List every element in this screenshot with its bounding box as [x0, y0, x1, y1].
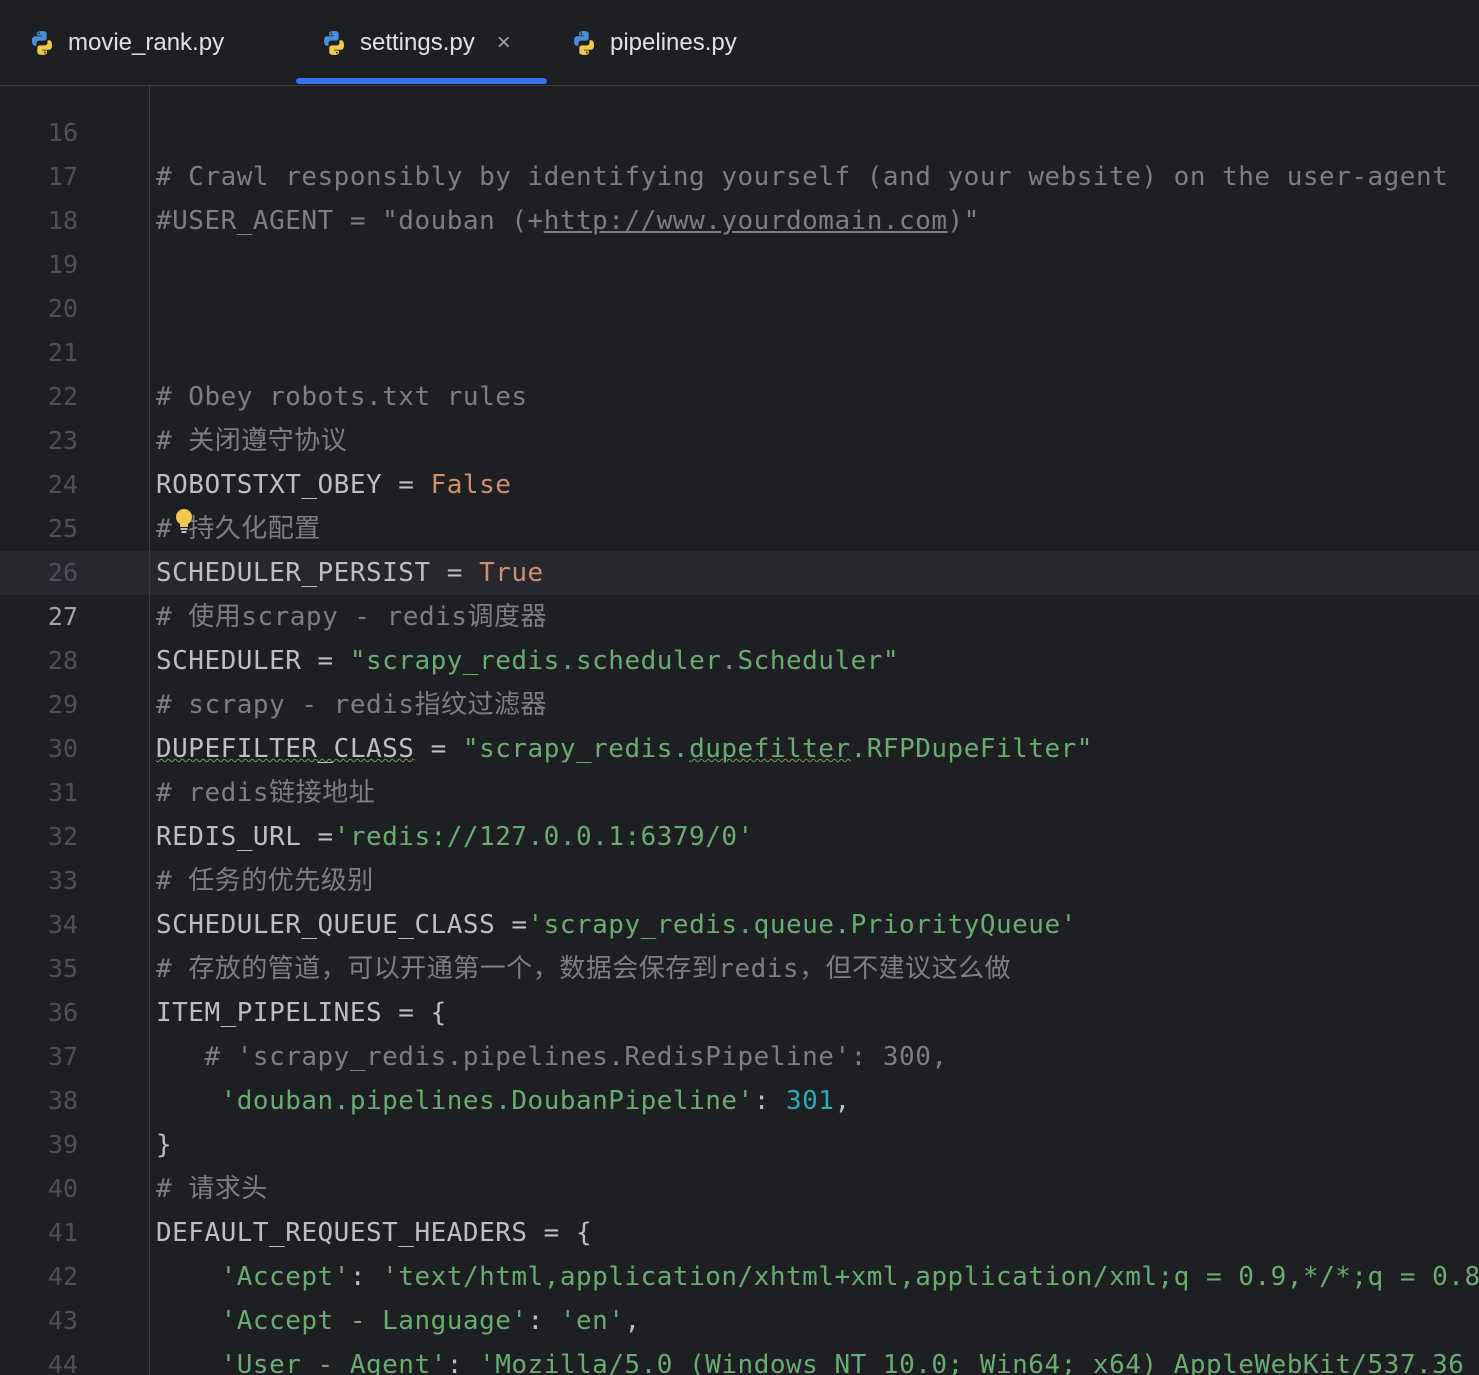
close-icon[interactable]: ×: [497, 29, 511, 57]
python-icon: [32, 31, 52, 55]
code-line[interactable]: 34 # 存放的管道，可以开通第一个，数据会保存到redis，但不建议这么做: [0, 859, 1479, 984]
tab-movie-rank[interactable]: movie_rank.py: [28, 0, 224, 86]
code-line[interactable]: 19: [0, 199, 1479, 279]
code-line[interactable]: 41 'Accept': 'text/html,application/xhtm…: [0, 1167, 1479, 1292]
code-line[interactable]: 17 #USER_AGENT = "douban (+http://www.yo…: [0, 111, 1479, 236]
tab-pipelines[interactable]: pipelines.py: [570, 0, 737, 86]
code-line[interactable]: 28 # scrapy - redis指纹过滤器: [0, 595, 1479, 720]
code-line[interactable]: 29 DUPEFILTER_CLASS = "scrapy_redis.dupe…: [0, 639, 1479, 764]
code-line[interactable]: 35 ITEM_PIPELINES = {: [0, 903, 1479, 1028]
code-line[interactable]: 24 # 持久化配置: [0, 419, 1479, 544]
tab-label: pipelines.py: [610, 29, 737, 56]
python-icon: [324, 31, 344, 55]
active-tab-indicator: [296, 78, 547, 84]
tab-label: movie_rank.py: [68, 29, 225, 56]
code-line-current[interactable]: 27 SCHEDULER = "scrapy_redis.scheduler.S…: [0, 551, 1479, 676]
code-line[interactable]: 23 ROBOTSTXT_OBEY = False: [0, 375, 1479, 500]
code-line[interactable]: 30 # redis链接地址: [0, 683, 1479, 808]
code-editor[interactable]: 16 # Crawl responsibly by identifying yo…: [0, 86, 1479, 1375]
code-line[interactable]: 42 'Accept - Language': 'en',: [0, 1211, 1479, 1336]
code-line[interactable]: 36 # 'scrapy_redis.pipelines.RedisPipeli…: [0, 947, 1479, 1072]
tab-label: settings.py: [360, 29, 475, 56]
code-line[interactable]: 31 REDIS_URL ='redis://127.0.0.1:6379/0': [0, 727, 1479, 852]
code-line[interactable]: 39 # 请求头: [0, 1079, 1479, 1204]
code-line[interactable]: 26 # 使用scrapy - redis调度器: [0, 507, 1479, 632]
code-line[interactable]: 16 # Crawl responsibly by identifying yo…: [0, 86, 1479, 192]
editor-tab-bar: movie_rank.py settings.py × pipelines.py: [0, 0, 1479, 86]
code-line[interactable]: 22 # 关闭遵守协议: [0, 331, 1479, 456]
code-line[interactable]: 40 DEFAULT_REQUEST_HEADERS = {: [0, 1123, 1479, 1248]
code-line[interactable]: 25 SCHEDULER_PERSIST = True: [0, 463, 1479, 588]
code-line[interactable]: 18: [0, 155, 1479, 235]
code-line[interactable]: 21 # Obey robots.txt rules: [0, 287, 1479, 412]
code-line[interactable]: 32 # 任务的优先级别: [0, 771, 1479, 896]
code-line[interactable]: 38 }: [0, 1035, 1479, 1160]
tab-settings[interactable]: settings.py ×: [320, 0, 511, 86]
code-line[interactable]: 37 'douban.pipelines.DoubanPipeline': 30…: [0, 991, 1479, 1116]
code-line[interactable]: 20: [0, 243, 1479, 323]
code-line[interactable]: 33 SCHEDULER_QUEUE_CLASS ='scrapy_redis.…: [0, 815, 1479, 940]
code-line[interactable]: 44 }: [0, 1299, 1479, 1375]
code-line[interactable]: 43 'User - Agent': 'Mozilla/5.0 (Windows…: [0, 1255, 1479, 1375]
python-icon: [574, 31, 594, 55]
code-line[interactable]: 45: [0, 1343, 1479, 1375]
lightbulb-icon[interactable]: [173, 508, 195, 534]
